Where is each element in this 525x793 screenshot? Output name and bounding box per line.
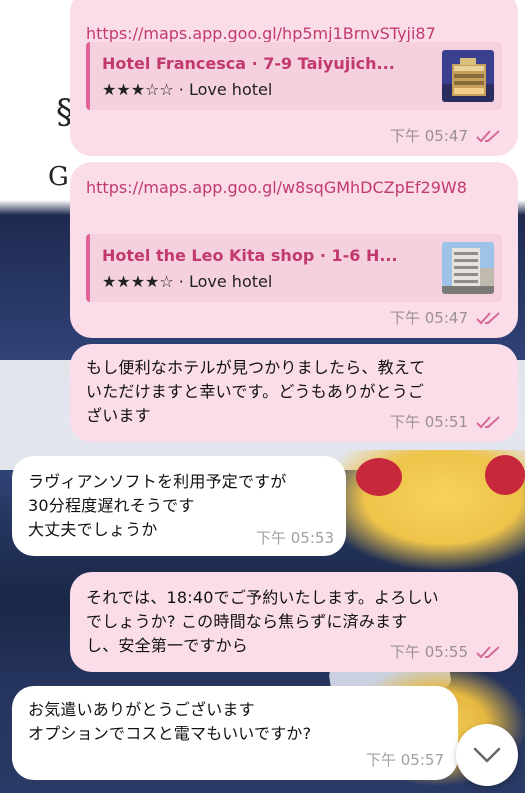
wallpaper-bow [356, 458, 402, 496]
message-time: 下午 05:55 [390, 643, 468, 661]
message-time: 下午 05:47 [390, 309, 468, 327]
message-bubble-outgoing[interactable]: もし便利なホテルが見つかりましたら、教えて いただけますと幸いです。どうもありが… [70, 344, 518, 442]
read-ticks-icon [476, 312, 500, 325]
message-bubble-outgoing[interactable]: それでは、18:40でご予約いたします。よろしい でしょうか? この時間なら焦ら… [70, 572, 518, 672]
message-bubble-incoming[interactable]: お気遣いありがとうございます オプションでコスと電マもいいですか? 下午 05:… [12, 686, 458, 780]
read-ticks-icon [476, 130, 500, 143]
link-preview-card[interactable]: Hotel Francesca · 7-9 Taiyujich... ★★★☆☆… [86, 42, 502, 110]
message-meta: 下午 05:51 [390, 410, 502, 434]
message-bubble-outgoing[interactable]: https://maps.app.goo.gl/w8sqGMhDCZpEf29W… [70, 162, 518, 338]
read-ticks-icon [476, 646, 500, 659]
message-link[interactable]: https://maps.app.goo.gl/w8sqGMhDCZpEf29W… [86, 176, 502, 200]
wallpaper-bow [485, 455, 525, 495]
scroll-to-bottom-button[interactable] [456, 724, 518, 786]
message-meta: 下午 05:55 [390, 640, 502, 664]
message-meta: 下午 05:47 [390, 124, 502, 148]
chevron-down-icon [473, 747, 501, 763]
message-bubble-incoming[interactable]: ラヴィアンソフトを利用予定ですが 30分程度遅れそうです 大丈夫でしょうか 下午… [12, 456, 346, 556]
message-time: 下午 05:53 [256, 529, 334, 547]
hotel-photo-thumbnail [442, 50, 494, 102]
message-time: 下午 05:51 [390, 413, 468, 431]
preview-title: Hotel Francesca · 7-9 Taiyujich... [102, 54, 395, 73]
preview-rating: ★★★☆☆ · Love hotel [102, 80, 273, 99]
preview-rating: ★★★★☆ · Love hotel [102, 272, 273, 291]
link-preview-card[interactable]: Hotel the Leo Kita shop · 1-6 H... ★★★★☆… [86, 234, 502, 302]
message-meta: 下午 05:57 [366, 748, 444, 772]
message-bubble-outgoing[interactable]: https://maps.app.goo.gl/hp5mj1BrnvSTyji8… [70, 0, 518, 156]
message-time: 下午 05:47 [390, 127, 468, 145]
message-meta: 下午 05:47 [390, 306, 502, 330]
message-text: お気遣いありがとうございます オプションでコスと電マもいいですか? [28, 700, 312, 743]
message-time: 下午 05:57 [366, 751, 444, 769]
read-ticks-icon [476, 416, 500, 429]
message-meta: 下午 05:53 [256, 526, 334, 550]
hotel-photo-thumbnail [442, 242, 494, 294]
preview-title: Hotel the Leo Kita shop · 1-6 H... [102, 246, 398, 265]
